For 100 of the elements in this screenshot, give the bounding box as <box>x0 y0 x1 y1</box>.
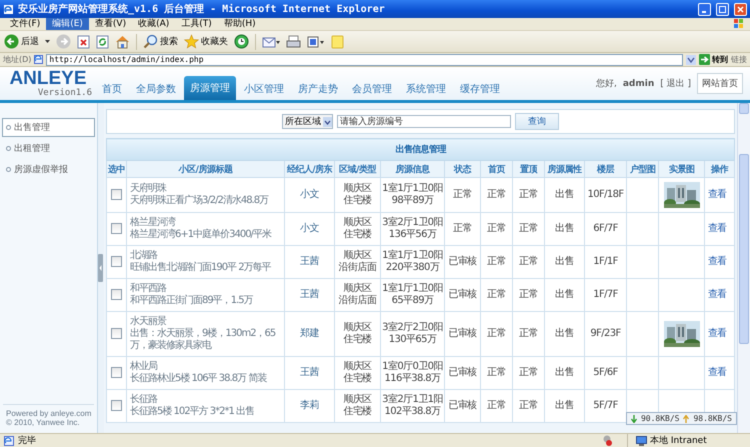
table-cell: 出售 <box>544 246 584 278</box>
nav-tab[interactable]: 房源管理 <box>184 76 236 100</box>
table-cell: 正常 <box>512 246 544 278</box>
address-label: 地址(D) <box>3 54 32 65</box>
table-cell: 正常 <box>480 390 512 422</box>
menu-item[interactable]: 文件(F) <box>4 18 46 30</box>
down-arrow-icon <box>630 414 637 422</box>
home-button[interactable] <box>115 34 130 48</box>
community-name: 林业局 <box>130 361 158 372</box>
refresh-button[interactable] <box>96 34 109 48</box>
go-button[interactable]: 转到 <box>699 54 728 65</box>
community-name: 天府明珠 <box>130 183 168 194</box>
bullet-icon <box>6 146 11 151</box>
listing-title: 天府明珠正看广场3/2/2清水48.8万 <box>130 195 270 207</box>
maximize-button[interactable] <box>716 2 729 16</box>
menu-item[interactable]: 帮助(H) <box>218 18 262 30</box>
caret-icon <box>45 40 50 44</box>
layout-text: 1室1厅1卫0阳 <box>382 250 443 262</box>
district-text: 顺庆区 <box>342 183 373 194</box>
type-text: 住宅楼 <box>342 334 373 346</box>
community-name: 和平西路 <box>130 283 168 294</box>
dropdown-button[interactable] <box>686 54 696 64</box>
site-home-button[interactable]: 网站首页 <box>697 73 743 94</box>
greeting: 您好, <box>596 78 617 90</box>
table-cell: 王茜 <box>284 356 334 390</box>
menu-item[interactable]: 收藏(A) <box>132 18 176 30</box>
stop-button[interactable] <box>77 34 90 48</box>
listing-title: 旺铺出售北湖路门面190平 2万每平 <box>130 262 272 274</box>
zone-text: 本地 Intranet <box>650 434 707 447</box>
table-cell: 6F/7F <box>584 212 626 246</box>
column-header: 操作 <box>704 160 735 178</box>
upload-speed: 98.8KB/S <box>693 414 732 423</box>
scrollbar[interactable] <box>737 103 750 433</box>
table-cell: 出售 <box>544 178 584 212</box>
table-cell: 正常 <box>444 178 480 212</box>
logout-link[interactable]: [ 退出 ] <box>660 77 691 90</box>
table-cell: 正常 <box>480 312 512 356</box>
sidebar-item[interactable]: 出售管理 <box>2 118 95 137</box>
row-checkbox[interactable] <box>111 288 122 300</box>
logo: ANLEYE <box>9 70 87 88</box>
download-speed: 90.8KB/S <box>640 414 680 423</box>
search-field[interactable]: 请输入房源编号 <box>337 115 511 128</box>
column-header: 选中 <box>106 160 126 178</box>
nav-tab[interactable]: 房产走势 <box>292 80 344 100</box>
bullet-icon <box>6 125 11 130</box>
area-price-text: 65平89万 <box>390 295 435 307</box>
row-checkbox[interactable] <box>111 366 122 378</box>
collapse-handle[interactable] <box>98 254 103 282</box>
status-text: 完毕 <box>18 434 36 447</box>
search-button[interactable]: 搜索 <box>143 34 178 49</box>
community-name: 北湖路 <box>130 250 158 262</box>
table-cell: 小文 <box>284 212 334 246</box>
table-cell: 1F/1F <box>584 246 626 278</box>
row-checkbox[interactable] <box>111 400 122 411</box>
sidebar-item[interactable]: 出租管理 <box>2 139 95 158</box>
nav-tab[interactable]: 首页 <box>96 80 128 100</box>
print-button[interactable] <box>286 34 301 48</box>
note-icon <box>331 34 344 48</box>
row-checkbox[interactable] <box>111 188 122 200</box>
close-button[interactable] <box>734 2 747 16</box>
listing-title: 和平西路正街门面89平，1.5万 <box>130 295 254 307</box>
column-header: 户型图 <box>626 160 658 178</box>
nav-tab[interactable]: 系统管理 <box>400 80 452 100</box>
minimize-button[interactable] <box>698 2 711 16</box>
favorites-button[interactable]: 收藏夹 <box>184 34 228 49</box>
menu-item[interactable]: 查看(V) <box>88 18 132 30</box>
column-header: 房源信息 <box>380 160 444 178</box>
region-select[interactable]: 所在区域 <box>282 114 333 129</box>
row-checkbox[interactable] <box>111 328 122 339</box>
table-cell: 出售 <box>544 356 584 390</box>
table-cell: 正常 <box>512 178 544 212</box>
row-checkbox[interactable] <box>111 256 122 267</box>
column-header: 状态 <box>444 160 480 178</box>
area-price-text: 116平38.8万 <box>384 373 442 385</box>
table-cell: 出售 <box>544 212 584 246</box>
history-button[interactable] <box>234 34 249 49</box>
district-text: 顺庆区 <box>342 361 373 372</box>
table-cell: 正常 <box>480 178 512 212</box>
query-button[interactable]: 查询 <box>515 113 559 130</box>
row-checkbox[interactable] <box>111 222 122 234</box>
links-button[interactable]: 链接 <box>731 54 747 65</box>
listing-title: 出售：水天丽景，9楼，130m2，65万，豪装修家具家电 <box>130 328 276 352</box>
nav-tab[interactable]: 全局参数 <box>130 80 182 100</box>
back-button[interactable]: 后退 <box>4 34 39 49</box>
table-cell: 已审核 <box>444 312 480 356</box>
listing-title: 长征路5楼 102平方 3*2*1 出售 <box>130 406 256 418</box>
ie-icon <box>3 4 14 14</box>
column-header: 首页 <box>480 160 512 178</box>
nav-tab[interactable]: 小区管理 <box>238 80 290 100</box>
mail-button[interactable] <box>262 34 280 48</box>
footer-text: Powered by anleye.com <box>6 409 91 418</box>
layout-text: 3室2厅2卫0阳 <box>382 322 443 334</box>
menu-item[interactable]: 工具(T) <box>175 18 218 30</box>
nav-tab[interactable]: 会员管理 <box>346 80 398 100</box>
layout-text: 3室2厅1卫0阳 <box>382 217 443 229</box>
sidebar-item[interactable]: 房源虚假举报 <box>2 160 95 179</box>
edit-button[interactable] <box>307 34 325 48</box>
nav-tab[interactable]: 缓存管理 <box>454 80 506 100</box>
menu-item[interactable]: 编辑(E) <box>46 18 89 30</box>
address-field[interactable]: http://localhost/admin/index.php <box>46 54 683 66</box>
